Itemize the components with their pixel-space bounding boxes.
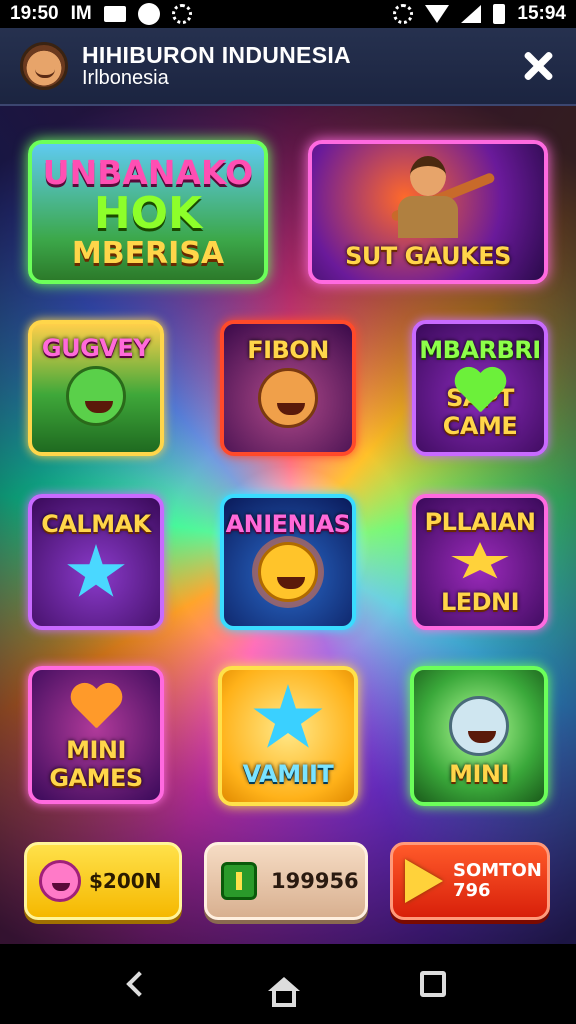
blue-star-icon	[253, 684, 323, 748]
tile-title-line1: UNBANAKO	[42, 153, 254, 192]
sun-face-icon	[258, 542, 318, 602]
orange-heart-icon	[69, 684, 123, 732]
game-tile-calmak[interactable]: CALMAK	[28, 494, 164, 630]
play-label: SOMTON 796	[453, 861, 542, 901]
tile-label-line2: GAMES	[49, 764, 143, 792]
game-tile-mini[interactable]: MINI	[410, 666, 548, 806]
gold-star-icon	[451, 542, 509, 579]
battery-icon	[493, 4, 506, 24]
smiley-coin-icon	[39, 860, 81, 902]
cash-label: 199956	[271, 869, 359, 893]
guitar-player-icon	[368, 152, 496, 242]
cat-character-icon	[258, 368, 318, 428]
cash-button[interactable]: 199956	[204, 842, 368, 920]
app-screen: 19:50 IM 15:94 HIHIBURON INDUNESIA Irlbo…	[0, 0, 576, 1024]
tile-label-top: PLLAIAN	[424, 508, 536, 536]
status-time: 19:50	[10, 3, 59, 24]
tile-label-bottom: LEDNI	[440, 588, 520, 616]
play-label-line2: 796	[453, 880, 491, 901]
green-heart-icon	[453, 368, 507, 380]
status-left: 19:50 IM	[10, 3, 192, 25]
tile-label: GUGVEY	[41, 334, 151, 362]
game-tile-anienias[interactable]: ANIENIAS	[220, 494, 356, 630]
coins-label: $200N	[89, 869, 162, 893]
blue-star-icon	[67, 544, 125, 597]
status-right: 15:94	[393, 3, 566, 25]
green-monster-icon	[66, 366, 126, 426]
bluetooth-icon	[393, 4, 414, 24]
tile-label: ANIENIAS	[225, 510, 351, 538]
tile-label: SUT GAUKES	[345, 242, 511, 270]
game-tile-fibon[interactable]: FIBON	[220, 320, 356, 456]
status-bar: 19:50 IM 15:94	[0, 0, 576, 28]
game-tile-pllaian[interactable]: PLLAIAN LEDNI	[412, 494, 548, 630]
game-tile-gugvey[interactable]: GUGVEY	[28, 320, 164, 456]
play-icon	[405, 859, 443, 903]
recent-apps-icon[interactable]	[420, 971, 446, 997]
signal-icon	[461, 5, 482, 23]
tile-label-line1: MINI	[66, 736, 126, 764]
clock-icon	[137, 3, 160, 25]
notification-box-icon	[103, 6, 126, 22]
page-title: HIHIBURON INDUNESIA	[82, 42, 351, 69]
header-text: HIHIBURON INDUNESIA Irlbonesia	[82, 43, 351, 88]
status-carrier: IM	[70, 3, 92, 24]
play-label-line1: SOMTON	[453, 860, 542, 882]
tile-label: MINI	[449, 760, 509, 788]
tile-title-line2: HOK	[93, 188, 203, 239]
tile-label: VAMIIT	[242, 760, 334, 788]
play-button[interactable]: SOMTON 796	[390, 842, 550, 920]
close-icon[interactable]	[520, 48, 556, 84]
app-header: HIHIBURON INDUNESIA Irlbonesia	[0, 28, 576, 106]
tile-title-line3: MBERISA	[71, 236, 225, 271]
back-icon[interactable]	[126, 971, 152, 997]
android-nav-bar	[0, 944, 576, 1024]
tile-label: FIBON	[247, 336, 329, 364]
gear-icon	[171, 4, 192, 24]
game-tile-unbanako[interactable]: UNBANAKO HOK MBERISA	[28, 140, 268, 284]
game-tile-mbarbri[interactable]: MBARBRI SAPT CAME	[412, 320, 548, 456]
home-icon[interactable]	[268, 977, 300, 1007]
coins-button[interactable]: $200N	[24, 842, 182, 920]
tile-label-top: MBARBRI	[419, 336, 541, 364]
tile-label: CALMAK	[41, 510, 151, 538]
game-tile-vamiit[interactable]: VAMIIT	[218, 666, 358, 806]
game-grid: UNBANAKO HOK MBERISA SUT GAUKES GUGVEY F…	[0, 106, 576, 944]
game-tile-sut-gaukes[interactable]: SUT GAUKES	[308, 140, 548, 284]
cash-icon	[221, 862, 257, 900]
page-subtitle: Irlbonesia	[82, 66, 169, 89]
wifi-icon	[425, 5, 450, 23]
avatar[interactable]	[20, 42, 68, 90]
game-tile-mini-games[interactable]: MINI GAMES	[28, 666, 164, 804]
status-clock-right: 15:94	[517, 3, 566, 24]
ghost-character-icon	[449, 696, 509, 756]
